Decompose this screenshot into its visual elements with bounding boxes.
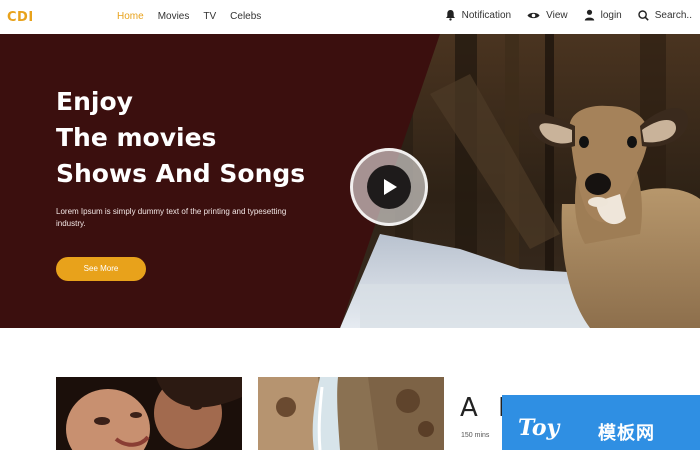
play-icon bbox=[384, 179, 397, 195]
login-button[interactable]: login bbox=[584, 9, 622, 21]
search-button[interactable]: Search.. bbox=[638, 10, 692, 21]
notification-button[interactable]: Notification bbox=[445, 9, 511, 21]
notification-label: Notification bbox=[461, 9, 512, 21]
waterfall-photo bbox=[258, 377, 444, 450]
nav-link-home[interactable]: Home bbox=[117, 11, 144, 22]
hero-title-line-3: Shows And Songs bbox=[56, 159, 306, 188]
nav-link-celebs[interactable]: Celebs bbox=[230, 11, 261, 22]
main-nav: Home Movies TV Celebs bbox=[117, 11, 275, 22]
user-icon bbox=[584, 9, 594, 21]
bell-icon bbox=[445, 10, 455, 21]
hero-banner: Enjoy The movies Shows And Songs Lorem I… bbox=[0, 34, 700, 328]
play-button-core bbox=[367, 165, 411, 209]
watermark-banner: Toy 模板网 bbox=[502, 395, 700, 450]
movie-thumbnail-waterfall[interactable] bbox=[258, 377, 444, 450]
hero-description: Lorem Ipsum is simply dummy text of the … bbox=[56, 207, 287, 228]
nav-tools: Notification View login Search.. bbox=[429, 9, 692, 21]
hero-title-line-2: The movies bbox=[56, 123, 217, 152]
section-runtime: 150 mins bbox=[461, 432, 490, 439]
top-navbar: CDI Home Movies TV Celebs Notification V… bbox=[0, 0, 700, 34]
view-label: View bbox=[546, 9, 568, 21]
nav-link-movies[interactable]: Movies bbox=[158, 11, 190, 22]
eye-icon bbox=[527, 12, 540, 18]
login-label: login bbox=[600, 9, 622, 21]
watermark-text-cn: 模板网 bbox=[598, 423, 655, 444]
view-button[interactable]: View bbox=[527, 10, 568, 21]
movie-thumbnail-couple[interactable] bbox=[56, 377, 242, 450]
hero-title-line-1: Enjoy bbox=[56, 87, 133, 116]
nav-link-tv[interactable]: TV bbox=[203, 11, 216, 22]
hero-title: Enjoy The movies Shows And Songs bbox=[56, 84, 305, 192]
search-icon bbox=[638, 9, 649, 21]
couple-photo bbox=[56, 377, 242, 450]
search-label: Search.. bbox=[654, 9, 692, 21]
watermark-text: Toy bbox=[518, 415, 560, 441]
play-button[interactable] bbox=[350, 148, 428, 226]
site-logo[interactable]: CDI bbox=[7, 10, 34, 25]
see-more-button[interactable]: See More bbox=[56, 257, 146, 281]
